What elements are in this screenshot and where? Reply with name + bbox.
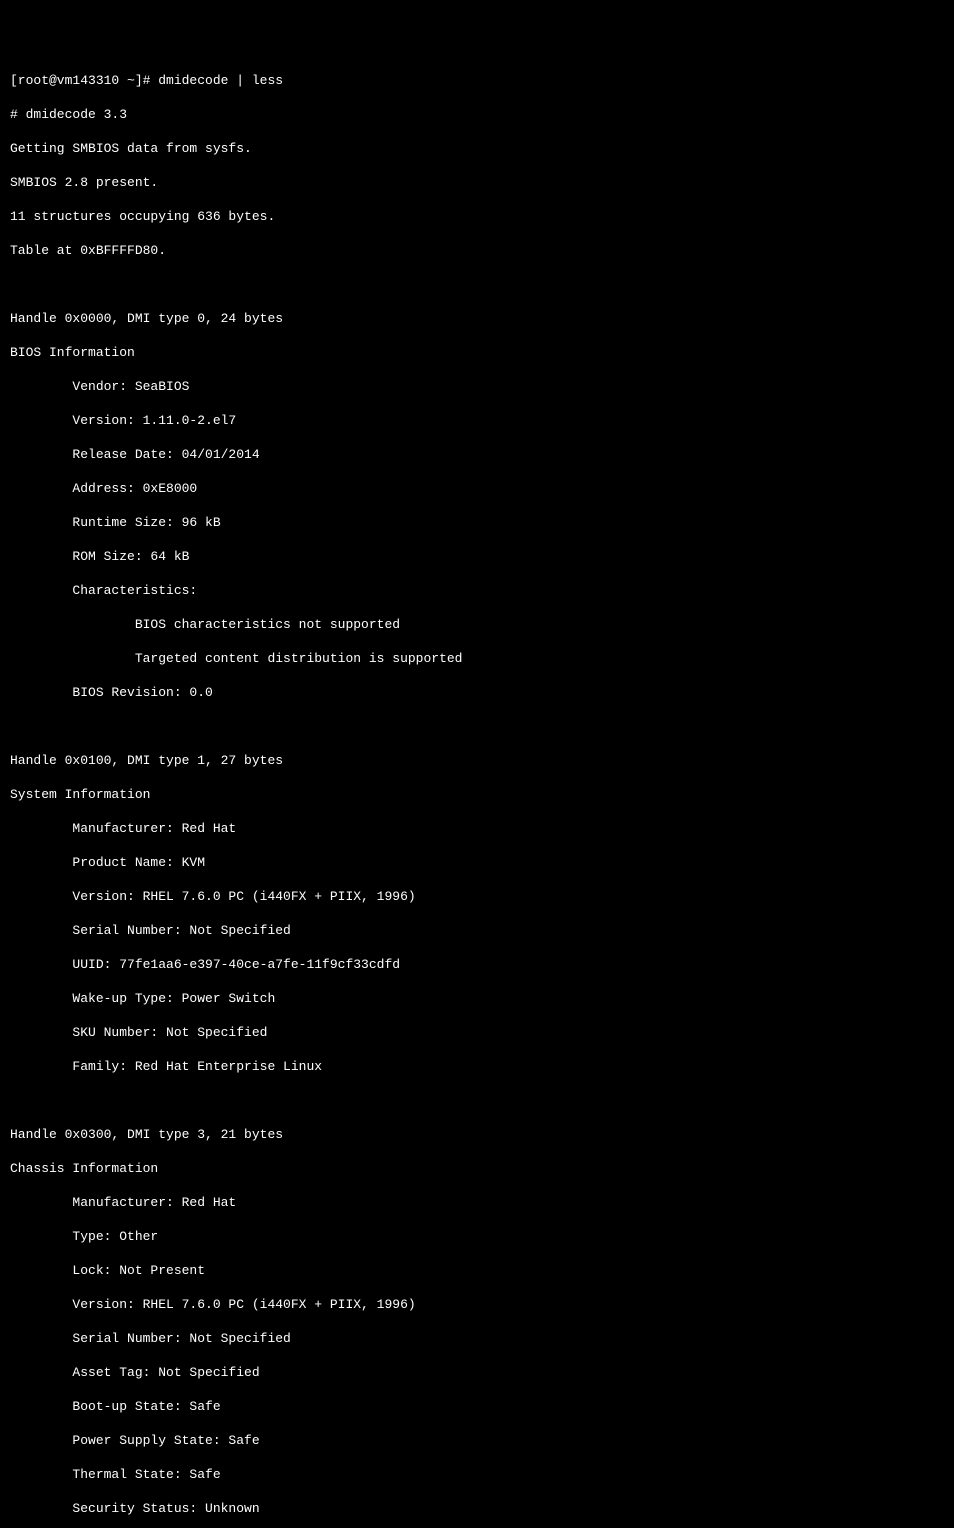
system-field: Serial Number: Not Specified — [10, 922, 954, 939]
bios-field: BIOS Revision: 0.0 — [10, 684, 954, 701]
chassis-handle: Handle 0x0300, DMI type 3, 21 bytes — [10, 1126, 954, 1143]
bios-field: Address: 0xE8000 — [10, 480, 954, 497]
blank-line — [10, 276, 954, 293]
bios-field: ROM Size: 64 kB — [10, 548, 954, 565]
chassis-field: Lock: Not Present — [10, 1262, 954, 1279]
chassis-field: Boot-up State: Safe — [10, 1398, 954, 1415]
bios-handle: Handle 0x0000, DMI type 0, 24 bytes — [10, 310, 954, 327]
command-prompt[interactable]: [root@vm143310 ~]# dmidecode | less — [10, 72, 954, 89]
system-field: UUID: 77fe1aa6-e397-40ce-a7fe-11f9cf33cd… — [10, 956, 954, 973]
system-field: SKU Number: Not Specified — [10, 1024, 954, 1041]
chassis-field: Security Status: Unknown — [10, 1500, 954, 1517]
blank-line — [10, 1092, 954, 1109]
system-field: Manufacturer: Red Hat — [10, 820, 954, 837]
chassis-field: Manufacturer: Red Hat — [10, 1194, 954, 1211]
chassis-title: Chassis Information — [10, 1160, 954, 1177]
bios-title: BIOS Information — [10, 344, 954, 361]
system-handle: Handle 0x0100, DMI type 1, 27 bytes — [10, 752, 954, 769]
chassis-field: Type: Other — [10, 1228, 954, 1245]
system-field: Version: RHEL 7.6.0 PC (i440FX + PIIX, 1… — [10, 888, 954, 905]
bios-field: BIOS characteristics not supported — [10, 616, 954, 633]
system-title: System Information — [10, 786, 954, 803]
chassis-field: Version: RHEL 7.6.0 PC (i440FX + PIIX, 1… — [10, 1296, 954, 1313]
bios-field: Version: 1.11.0-2.el7 — [10, 412, 954, 429]
chassis-field: Serial Number: Not Specified — [10, 1330, 954, 1347]
bios-field: Vendor: SeaBIOS — [10, 378, 954, 395]
chassis-field: Power Supply State: Safe — [10, 1432, 954, 1449]
header-line: # dmidecode 3.3 — [10, 106, 954, 123]
header-line: 11 structures occupying 636 bytes. — [10, 208, 954, 225]
system-field: Wake-up Type: Power Switch — [10, 990, 954, 1007]
header-line: SMBIOS 2.8 present. — [10, 174, 954, 191]
bios-field: Release Date: 04/01/2014 — [10, 446, 954, 463]
header-line: Table at 0xBFFFFD80. — [10, 242, 954, 259]
bios-field: Runtime Size: 96 kB — [10, 514, 954, 531]
system-field: Family: Red Hat Enterprise Linux — [10, 1058, 954, 1075]
system-field: Product Name: KVM — [10, 854, 954, 871]
bios-field: Targeted content distribution is support… — [10, 650, 954, 667]
chassis-field: Asset Tag: Not Specified — [10, 1364, 954, 1381]
header-line: Getting SMBIOS data from sysfs. — [10, 140, 954, 157]
bios-field: Characteristics: — [10, 582, 954, 599]
blank-line — [10, 718, 954, 735]
chassis-field: Thermal State: Safe — [10, 1466, 954, 1483]
